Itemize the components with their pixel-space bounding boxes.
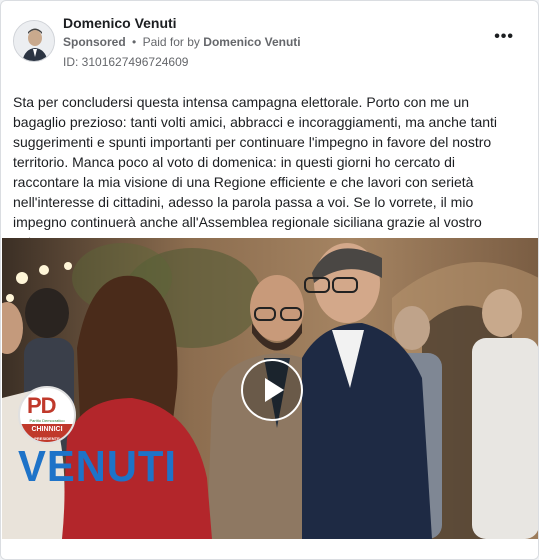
play-icon bbox=[265, 378, 284, 402]
pd-letters: PD bbox=[27, 393, 57, 418]
author-name[interactable]: Domenico Venuti bbox=[63, 15, 177, 31]
play-button[interactable] bbox=[241, 359, 303, 421]
video-media[interactable]: PD Partito Democratico CHINNICI PRESIDEN… bbox=[2, 238, 538, 539]
pd-band: CHINNICI PRESIDENTE bbox=[20, 424, 74, 442]
card-footer bbox=[1, 539, 538, 559]
more-options-icon[interactable]: ••• bbox=[494, 29, 514, 45]
pd-party-name: Partito Democratico bbox=[29, 418, 65, 423]
pd-band-text: CHINNICI bbox=[31, 426, 63, 433]
candidate-name-overlay: VENUTI bbox=[18, 442, 177, 491]
ad-id: ID: 3101627496724609 bbox=[63, 55, 189, 69]
paid-for-name[interactable]: Domenico Venuti bbox=[203, 35, 300, 49]
avatar[interactable] bbox=[13, 20, 55, 62]
ad-card: Domenico Venuti Sponsored • Paid for by … bbox=[0, 0, 539, 560]
sponsored-label: Sponsored bbox=[63, 35, 126, 49]
avatar-portrait-icon bbox=[14, 21, 54, 61]
separator: • bbox=[132, 35, 137, 49]
paid-for-prefix: Paid for by bbox=[142, 35, 200, 49]
pd-party-logo: PD Partito Democratico CHINNICI PRESIDEN… bbox=[18, 386, 76, 444]
pd-band-subtext: PRESIDENTE bbox=[34, 436, 60, 441]
sponsor-line: Sponsored • Paid for by Domenico Venuti bbox=[63, 35, 301, 49]
post-body: Sta per concludersi questa intensa campa… bbox=[13, 94, 498, 250]
post-header: Domenico Venuti Sponsored • Paid for by … bbox=[13, 15, 526, 73]
